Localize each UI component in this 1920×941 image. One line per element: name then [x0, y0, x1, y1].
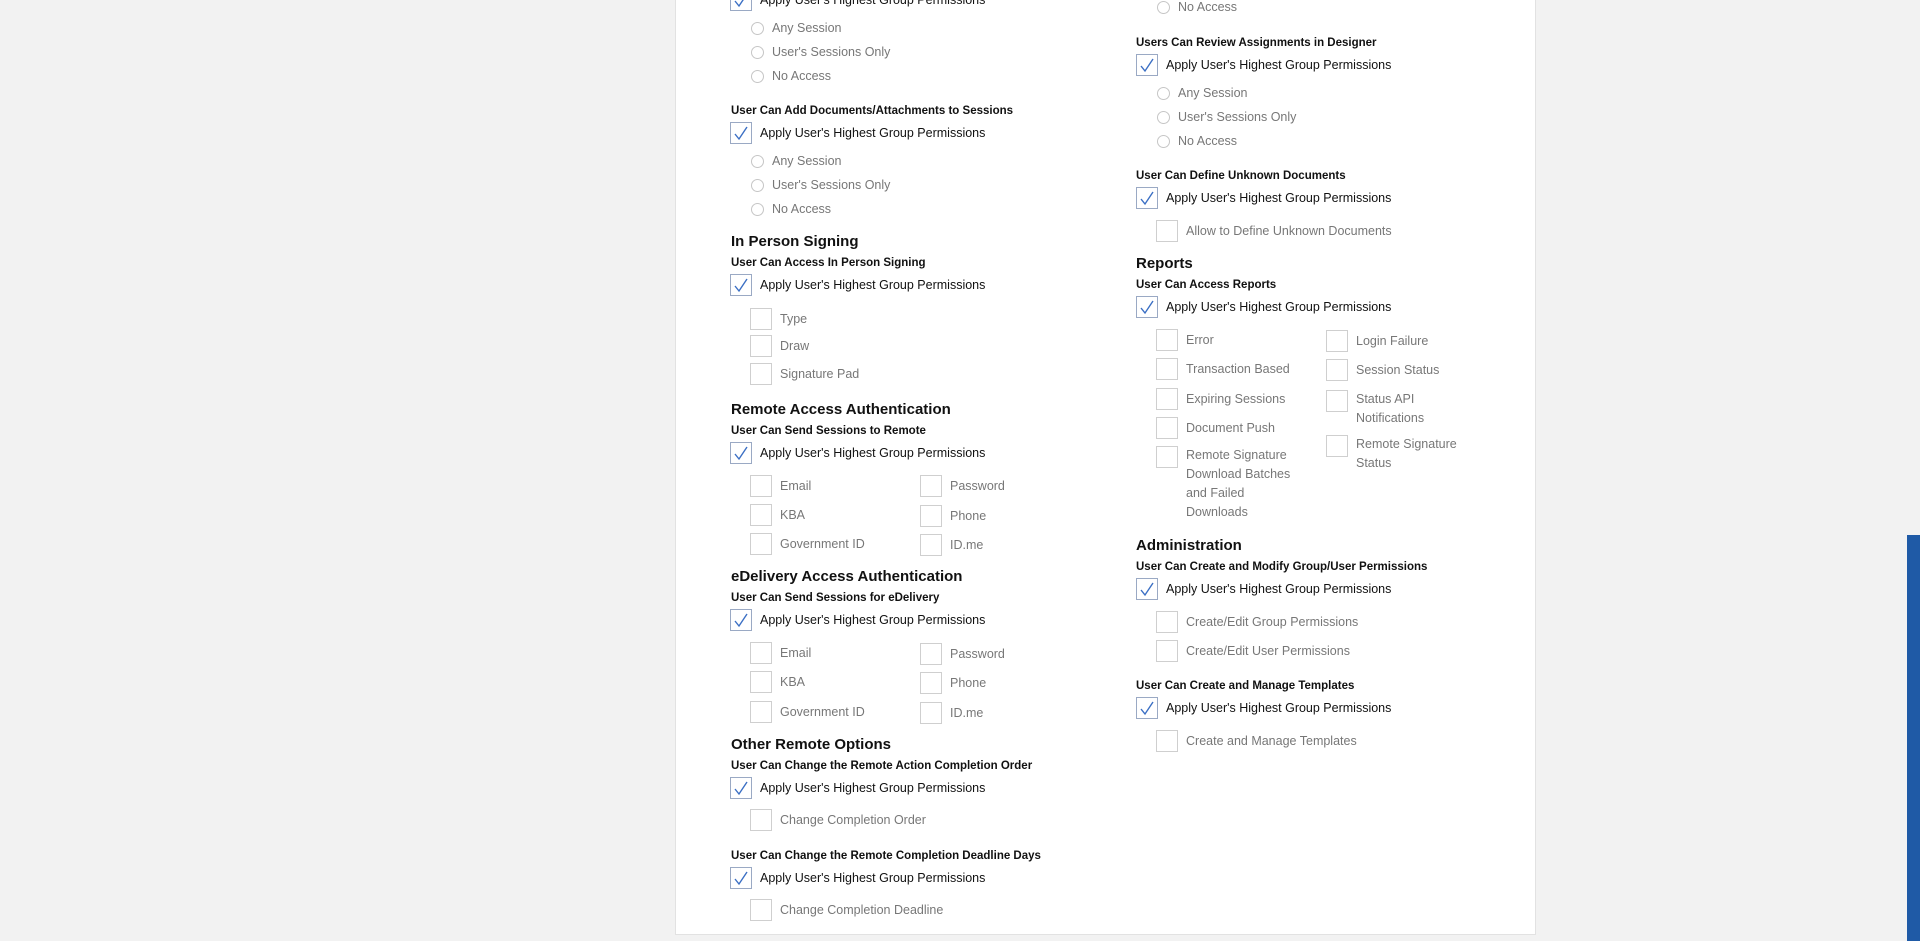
remote-phone-checkbox[interactable]: Phone [920, 505, 986, 527]
report-transaction-based-checkbox[interactable]: Transaction Based [1156, 358, 1290, 380]
apply-group-permissions-checkbox[interactable]: Apply User's Highest Group Permissions [1136, 187, 1391, 209]
apply-group-permissions-checkbox[interactable]: Apply User's Highest Group Permissions [730, 274, 985, 296]
radio-icon[interactable] [1157, 134, 1170, 148]
remote-password-checkbox[interactable]: Password [920, 475, 1005, 497]
radio-icon[interactable] [1157, 110, 1170, 124]
remote-access-title: User Can Send Sessions to Remote [731, 425, 926, 437]
checkmark-icon[interactable] [1136, 296, 1158, 318]
edelivery-access-title: User Can Send Sessions for eDelivery [731, 592, 940, 604]
report-login-failure-checkbox[interactable]: Login Failure [1326, 330, 1428, 352]
checkmark-icon[interactable] [730, 122, 752, 144]
radio-users-sessions-only[interactable]: User's Sessions Only [1157, 110, 1296, 124]
other-remote-options-heading: Other Remote Options [731, 736, 892, 753]
remote-idme-checkbox[interactable]: ID.me [920, 534, 983, 556]
report-session-status-checkbox[interactable]: Session Status [1326, 359, 1439, 381]
apply-label: Apply User's Highest Group Permissions [760, 0, 986, 7]
remote-access-heading: Remote Access Authentication [731, 401, 951, 418]
report-expiring-sessions-checkbox[interactable]: Expiring Sessions [1156, 388, 1285, 410]
option-draw-checkbox[interactable]: Draw [750, 335, 809, 357]
checkmark-icon[interactable] [730, 609, 752, 631]
radio-any-session[interactable]: Any Session [751, 21, 841, 35]
radio-no-access[interactable]: No Access [1157, 0, 1237, 14]
radio-icon[interactable] [1157, 0, 1170, 14]
scrollbar-thumb[interactable] [1907, 535, 1920, 941]
checkmark-icon[interactable] [730, 777, 752, 799]
define-unknown-title: User Can Define Unknown Documents [1136, 170, 1346, 182]
radio-icon[interactable] [751, 178, 764, 192]
report-document-push-checkbox[interactable]: Document Push [1156, 417, 1275, 439]
radio-icon[interactable] [751, 21, 764, 35]
checkmark-icon[interactable] [1136, 54, 1158, 76]
remote-kba-checkbox[interactable]: KBA [750, 504, 805, 526]
in-person-signing-title: User Can Access In Person Signing [731, 257, 926, 269]
reports-heading: Reports [1136, 255, 1193, 272]
radio-users-sessions-only[interactable]: User's Sessions Only [751, 178, 890, 192]
apply-group-permissions-checkbox[interactable]: Apply User's Highest Group Permissions [730, 867, 985, 889]
report-remote-signature-status-checkbox[interactable]: Remote Signature Status [1326, 435, 1466, 473]
edelivery-access-heading: eDelivery Access Authentication [731, 568, 963, 585]
reports-title: User Can Access Reports [1136, 279, 1277, 291]
completion-deadline-title: User Can Change the Remote Completion De… [731, 850, 1041, 862]
radio-icon[interactable] [751, 202, 764, 216]
change-completion-deadline-checkbox[interactable]: Change Completion Deadline [750, 899, 943, 921]
checkmark-icon[interactable] [1136, 578, 1158, 600]
create-edit-user-permissions-checkbox[interactable]: Create/Edit User Permissions [1156, 640, 1350, 662]
radio-any-session[interactable]: Any Session [751, 154, 841, 168]
apply-group-permissions-checkbox[interactable]: Apply User's Highest Group Permissions [730, 122, 985, 144]
radio-users-sessions-only[interactable]: User's Sessions Only [751, 45, 890, 59]
checkmark-icon[interactable] [1136, 187, 1158, 209]
apply-group-permissions-checkbox[interactable]: Apply User's Highest Group Permissions [1136, 697, 1391, 719]
option-type-checkbox[interactable]: Type [750, 308, 807, 330]
templates-title: User Can Create and Manage Templates [1136, 680, 1355, 692]
remote-government-id-checkbox[interactable]: Government ID [750, 533, 865, 555]
add-documents-title: User Can Add Documents/Attachments to Se… [731, 105, 1014, 117]
edelivery-email-checkbox[interactable]: Email [750, 642, 811, 664]
remote-email-checkbox[interactable]: Email [750, 475, 811, 497]
apply-group-permissions-checkbox[interactable]: Apply User's Highest Group Permissions [1136, 54, 1391, 76]
radio-no-access[interactable]: No Access [751, 69, 831, 83]
in-person-signing-heading: In Person Signing [731, 233, 859, 250]
checkmark-icon[interactable] [730, 0, 752, 11]
review-assignments-title: Users Can Review Assignments in Designer [1136, 37, 1377, 49]
radio-icon[interactable] [751, 69, 764, 83]
edelivery-phone-checkbox[interactable]: Phone [920, 672, 986, 694]
radio-icon[interactable] [751, 154, 764, 168]
checkmark-icon[interactable] [730, 442, 752, 464]
report-remote-signature-download-checkbox[interactable]: Remote Signature Download Batches and Fa… [1156, 446, 1296, 522]
radio-any-session[interactable]: Any Session [1157, 86, 1247, 100]
radio-icon[interactable] [1157, 86, 1170, 100]
apply-group-permissions-checkbox[interactable]: Apply User's Highest Group Permissions [1136, 296, 1391, 318]
radio-no-access[interactable]: No Access [751, 202, 831, 216]
report-status-api-notifications-checkbox[interactable]: Status API Notifications [1326, 390, 1436, 428]
edelivery-password-checkbox[interactable]: Password [920, 643, 1005, 665]
completion-order-title: User Can Change the Remote Action Comple… [731, 760, 1033, 772]
edelivery-government-id-checkbox[interactable]: Government ID [750, 701, 865, 723]
report-error-checkbox[interactable]: Error [1156, 329, 1214, 351]
apply-group-permissions-checkbox[interactable]: Apply User's Highest Group Permissions [1136, 578, 1391, 600]
administration-title: User Can Create and Modify Group/User Pe… [1136, 561, 1428, 573]
checkmark-icon[interactable] [730, 867, 752, 889]
option-signature-pad-checkbox[interactable]: Signature Pad [750, 363, 859, 385]
create-edit-group-permissions-checkbox[interactable]: Create/Edit Group Permissions [1156, 611, 1358, 633]
apply-group-permissions-checkbox[interactable]: Apply User's Highest Group Permissions [730, 442, 985, 464]
checkmark-icon[interactable] [1136, 697, 1158, 719]
change-completion-order-checkbox[interactable]: Change Completion Order [750, 809, 926, 831]
checkmark-icon[interactable] [730, 274, 752, 296]
apply-group-permissions-checkbox[interactable]: Apply User's Highest Group Permissions [730, 777, 985, 799]
allow-define-unknown-checkbox[interactable]: Allow to Define Unknown Documents [1156, 220, 1392, 242]
radio-no-access[interactable]: No Access [1157, 134, 1237, 148]
apply-group-permissions-checkbox[interactable]: Apply User's Highest Group Permissions [730, 0, 985, 11]
create-manage-templates-checkbox[interactable]: Create and Manage Templates [1156, 730, 1357, 752]
edelivery-idme-checkbox[interactable]: ID.me [920, 702, 983, 724]
edelivery-kba-checkbox[interactable]: KBA [750, 671, 805, 693]
administration-heading: Administration [1136, 537, 1242, 554]
apply-group-permissions-checkbox[interactable]: Apply User's Highest Group Permissions [730, 609, 985, 631]
radio-icon[interactable] [751, 45, 764, 59]
